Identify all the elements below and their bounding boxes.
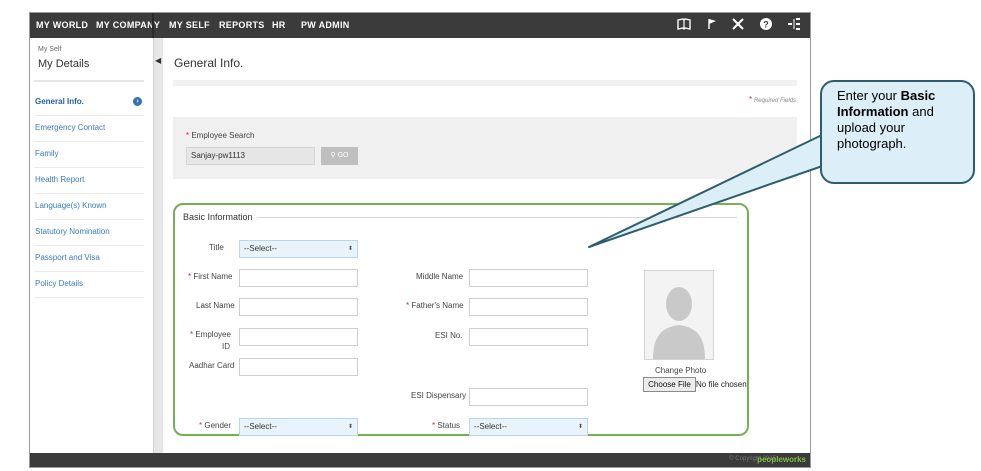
chevron-left-icon: ◀ bbox=[155, 56, 162, 65]
esi-no-input[interactable] bbox=[469, 328, 588, 346]
esi-dispensary-label: ESI Dispensary bbox=[411, 391, 467, 400]
gender-label: * Gender bbox=[199, 421, 232, 430]
middle-name-label: Middle Name bbox=[416, 272, 464, 281]
user-silhouette-icon bbox=[653, 287, 705, 359]
sidebar: My Self My Details General Info. › Emerg… bbox=[30, 38, 154, 453]
book-icon[interactable] bbox=[676, 17, 692, 33]
sidebar-item-general-info[interactable]: General Info. › bbox=[34, 91, 144, 116]
sidebar-item-family[interactable]: Family bbox=[34, 143, 144, 168]
basic-information-section: Basic Information Title --Select-- ⬍ * Fi… bbox=[173, 203, 749, 436]
required-fields-note: * Required Fields bbox=[748, 95, 796, 104]
basic-information-legend: Basic Information bbox=[183, 212, 253, 222]
arrow-right-icon: › bbox=[133, 97, 142, 106]
employee-search-panel: * Employee Search Sanjay-pw1113 ⚲ GO bbox=[173, 117, 797, 179]
sidebar-item-label: Policy Details bbox=[35, 279, 84, 288]
nav-pw-admin[interactable]: PW ADMIN bbox=[301, 13, 350, 38]
callout-bold-1: Basic bbox=[900, 88, 936, 103]
callout-text-2: and bbox=[908, 104, 934, 119]
sidebar-item-languages[interactable]: Language(s) Known bbox=[34, 195, 144, 220]
employee-search-input[interactable]: Sanjay-pw1113 bbox=[186, 147, 315, 165]
go-button[interactable]: ⚲ GO bbox=[321, 147, 358, 165]
select-arrows-icon: ⬍ bbox=[347, 246, 353, 252]
aadhar-card-label: Aadhar Card bbox=[189, 361, 235, 370]
last-name-input[interactable] bbox=[239, 298, 358, 316]
callout-text-3: upload your bbox=[837, 120, 905, 135]
footer-bar: © Copyright 2015 peopleworks bbox=[30, 453, 810, 467]
employee-id-input[interactable] bbox=[239, 328, 358, 346]
employee-id-label-line1: * Employee bbox=[190, 330, 231, 339]
sidebar-item-passport-visa[interactable]: Passport and Visa bbox=[34, 247, 144, 272]
legend-divider bbox=[257, 217, 737, 218]
nav-hr[interactable]: HR bbox=[272, 13, 286, 38]
sidebar-item-label: Health Report bbox=[35, 175, 85, 184]
middle-name-input[interactable] bbox=[469, 269, 588, 287]
sidebar-section-label: My Self bbox=[38, 46, 62, 53]
sidebar-title: My Details bbox=[38, 58, 90, 70]
sidebar-item-label: Statutory Nomination bbox=[35, 227, 110, 236]
esi-no-label: ESI No. bbox=[435, 331, 463, 340]
sidebar-item-label: Family bbox=[35, 149, 59, 158]
esi-dispensary-input[interactable] bbox=[469, 388, 588, 406]
employee-id-label-line2: ID bbox=[222, 342, 230, 351]
sidebar-item-health-report[interactable]: Health Report bbox=[34, 169, 144, 194]
sitemap-icon[interactable] bbox=[786, 17, 802, 33]
title-select[interactable]: --Select-- ⬍ bbox=[239, 240, 358, 258]
flag-icon[interactable] bbox=[704, 17, 720, 33]
annotation-callout: Enter your Basic Information and upload … bbox=[820, 80, 975, 184]
sidebar-item-label: Passport and Visa bbox=[35, 253, 100, 262]
sidebar-item-emergency-contact[interactable]: Emergency Contact bbox=[34, 117, 144, 142]
gender-select[interactable]: --Select-- ⬍ bbox=[239, 418, 358, 436]
callout-bold-2: Information bbox=[837, 104, 909, 119]
nav-reports[interactable]: REPORTS bbox=[219, 13, 265, 38]
select-arrows-icon: ⬍ bbox=[577, 424, 583, 430]
sidebar-item-label: General Info. bbox=[35, 97, 84, 106]
nav-divider bbox=[152, 13, 154, 38]
nav-my-world[interactable]: MY WORLD bbox=[36, 13, 88, 38]
sidebar-item-label: Language(s) Known bbox=[35, 201, 107, 210]
main-content: General Info. * Required Fields * Employ… bbox=[163, 38, 810, 453]
title-divider bbox=[173, 80, 797, 86]
first-name-label: * First Name bbox=[188, 272, 233, 281]
top-nav-bar: MY WORLD MY COMPANY MY SELF REPORTS HR P… bbox=[30, 13, 810, 38]
employee-search-label: * Employee Search bbox=[186, 131, 255, 140]
callout-text-4: photograph. bbox=[837, 136, 907, 151]
first-name-input[interactable] bbox=[239, 269, 358, 287]
svg-text:?: ? bbox=[763, 20, 769, 30]
status-label: * Status bbox=[432, 421, 461, 430]
no-file-chosen-text: No file chosen bbox=[696, 380, 747, 389]
page-title: General Info. bbox=[174, 56, 244, 70]
search-icon: ⚲ bbox=[330, 152, 338, 159]
title-label: Title bbox=[209, 243, 224, 252]
sidebar-item-label: Emergency Contact bbox=[35, 123, 106, 132]
nav-my-self[interactable]: MY SELF bbox=[169, 13, 210, 38]
sidebar-item-statutory-nomination[interactable]: Statutory Nomination bbox=[34, 221, 144, 246]
last-name-label: Last Name bbox=[196, 301, 235, 310]
sidebar-divider bbox=[34, 80, 144, 82]
callout-text-1: Enter your bbox=[837, 88, 901, 103]
status-select[interactable]: --Select-- ⬍ bbox=[469, 418, 588, 436]
sidebar-item-policy-details[interactable]: Policy Details bbox=[34, 273, 144, 298]
photo-placeholder bbox=[644, 270, 714, 360]
select-arrows-icon: ⬍ bbox=[347, 424, 353, 430]
aadhar-card-input[interactable] bbox=[239, 358, 358, 376]
peopleworks-logo: peopleworks bbox=[757, 455, 806, 464]
fathers-name-input[interactable] bbox=[469, 298, 588, 316]
fathers-name-label: * Father's Name bbox=[406, 301, 464, 310]
app-window: MY WORLD MY COMPANY MY SELF REPORTS HR P… bbox=[29, 12, 811, 468]
tools-icon[interactable] bbox=[730, 17, 746, 33]
help-icon[interactable]: ? bbox=[758, 17, 774, 33]
choose-file-button[interactable]: Choose File bbox=[643, 377, 696, 392]
change-photo-label: Change Photo bbox=[655, 366, 707, 375]
nav-my-company[interactable]: MY COMPANY bbox=[96, 13, 160, 38]
